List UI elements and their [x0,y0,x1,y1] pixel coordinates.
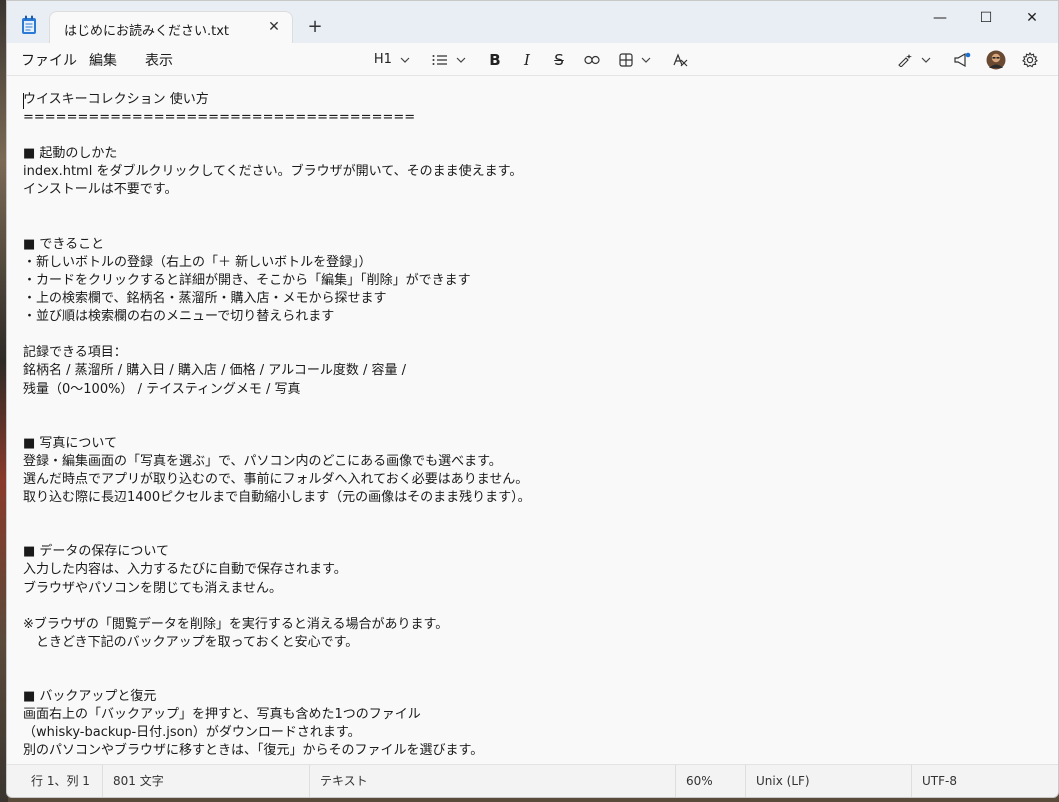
editor-line: 画面右上の「バックアップ」を押すと、写真も含めた1つのファイル [23,707,421,723]
heading-dropdown[interactable]: H1 [371,49,413,71]
editor-line: ■ 写真について [23,435,118,451]
status-text-mode[interactable]: テキスト [309,765,368,797]
table-dropdown[interactable] [615,49,655,71]
italic-button[interactable]: I [517,49,537,71]
maximize-button[interactable]: ☐ [963,5,1009,31]
editor-line: 登録・編集画面の「写真を選ぶ」で、パソコン内のどこにある画像でも選べます。 [23,453,502,469]
menu-bar: ファイル 編集 表示 H1 B I S [7,43,1058,76]
editor-line: インストールは不要です。 [23,182,178,198]
status-bar: 行 1、列 1 801 文字 テキスト 60% Unix (LF) UTF-8 [7,764,1058,797]
editor-content[interactable]: ウイスキーコレクション 使い方 =========================… [23,91,1038,760]
notepad-icon [21,15,37,35]
link-icon [584,55,600,64]
editor-line: ※ブラウザの「閲覧データを削除」を実行すると消える場合があります。 [23,616,449,632]
editor-line: ・上の検索欄で、銘柄名・蒸溜所・購入店・メモから探せます [23,291,387,307]
editor-line: （whisky-backup-日付.json）がダウンロードされます。 [23,725,361,741]
editor-line: ​ [23,218,1038,236]
chevron-down-icon [641,57,651,63]
editor-line: ==================================== [23,110,416,126]
menu-file[interactable]: ファイル [21,50,77,70]
status-zoom[interactable]: 60% [675,765,713,797]
notepad-window: はじめにお読みください.txt ✕ + — ☐ ✕ ファイル 編集 表示 H1 … [6,0,1059,798]
avatar [986,50,1006,69]
bold-button[interactable]: B [485,49,505,71]
list-icon [432,54,447,65]
editor-line: ・カードをクリックすると詳細が開き、そこから「編集」「削除」ができます [23,272,471,288]
copilot-pen-icon [898,53,912,68]
editor-line: 別のパソコンやブラウザに移すときは、「復元」からそのファイルを選びます。 [23,743,484,759]
editor-line: ​ [23,417,1038,435]
text-editor[interactable]: ウイスキーコレクション 使い方 =========================… [7,77,1058,765]
editor-line: ​ [23,399,1038,417]
chevron-down-icon [400,57,410,63]
close-button[interactable]: ✕ [1009,5,1055,31]
editor-line: 銘柄名 / 蒸溜所 / 購入日 / 購入店 / 価格 / アルコール度数 / 容… [23,363,406,379]
editor-line: 選んだ時点でアプリが取り込むので、事前にフォルダへ入れておく必要はありません。 [23,471,529,487]
clear-format-icon [673,52,688,66]
clear-formatting-button[interactable] [669,49,691,71]
whats-new-button[interactable] [951,49,973,71]
editor-line: ​ [23,598,1038,616]
document-tab[interactable]: はじめにお読みください.txt ✕ [49,11,293,43]
minimize-button[interactable]: — [917,5,963,31]
title-bar: はじめにお読みください.txt ✕ + — ☐ ✕ [7,1,1058,43]
editor-line: ■ 起動のしかた [23,146,118,162]
menu-view[interactable]: 表示 [145,50,173,70]
editor-line: ・新しいボトルの登録（右上の「＋ 新しいボトルを登録」） [23,254,372,270]
editor-line: ■ できること [23,236,105,252]
chevron-down-icon [456,57,466,63]
editor-line: ときどき下記のバックアップを取っておくと安心です。 [23,634,359,650]
settings-button[interactable] [1019,49,1041,71]
status-cursor-position: 行 1、列 1 [31,774,90,788]
editor-line: ブラウザやパソコンを閉じても消えません。 [23,580,282,596]
status-line-ending[interactable]: Unix (LF) [745,765,810,797]
editor-line: 残量（0〜100%） / テイスティングメモ / 写真 [23,381,301,397]
status-encoding[interactable]: UTF-8 [911,765,957,797]
status-character-count: 801 文字 [102,765,164,797]
editor-line: ■ バックアップと復元 [23,689,157,705]
heading-label: H1 [373,52,392,67]
table-icon [619,52,633,67]
editor-line: 取り込む際に長辺1400ピクセルまで自動縮小します（元の画像はそのまま残ります）… [23,490,531,506]
editor-line: ​ [23,200,1038,218]
copilot-dropdown[interactable] [893,49,935,71]
chevron-down-icon [921,57,931,63]
editor-line: 入力した内容は、入力するたびに自動で保存されます。 [23,562,347,578]
tab-close-button[interactable]: ✕ [264,17,284,37]
editor-line: 記録できる項目： [23,345,127,361]
editor-line: ​ [23,127,1038,145]
strikethrough-button[interactable]: S [549,49,569,71]
megaphone-icon [954,52,971,67]
list-dropdown[interactable] [429,49,469,71]
gear-icon [1022,51,1038,67]
editor-line: index.html をダブルクリックしてください。ブラウザが開いて、そのまま使… [23,164,523,180]
editor-line: ​ [23,670,1038,688]
editor-line: ​ [23,507,1038,525]
editor-line: ​ [23,326,1038,344]
editor-line: ・並び順は検索欄の右のメニューで切り替えられます [23,309,335,325]
editor-line: ​ [23,652,1038,670]
editor-line: ​ [23,525,1038,543]
menu-edit[interactable]: 編集 [89,50,117,70]
avatar[interactable] [985,49,1007,71]
editor-line: ウイスキーコレクション 使い方 [23,92,209,107]
tab-title: はじめにお読みください.txt [64,24,230,39]
new-tab-button[interactable]: + [305,17,325,37]
link-button[interactable] [581,49,603,71]
editor-line: ■ データの保存について [23,544,170,560]
